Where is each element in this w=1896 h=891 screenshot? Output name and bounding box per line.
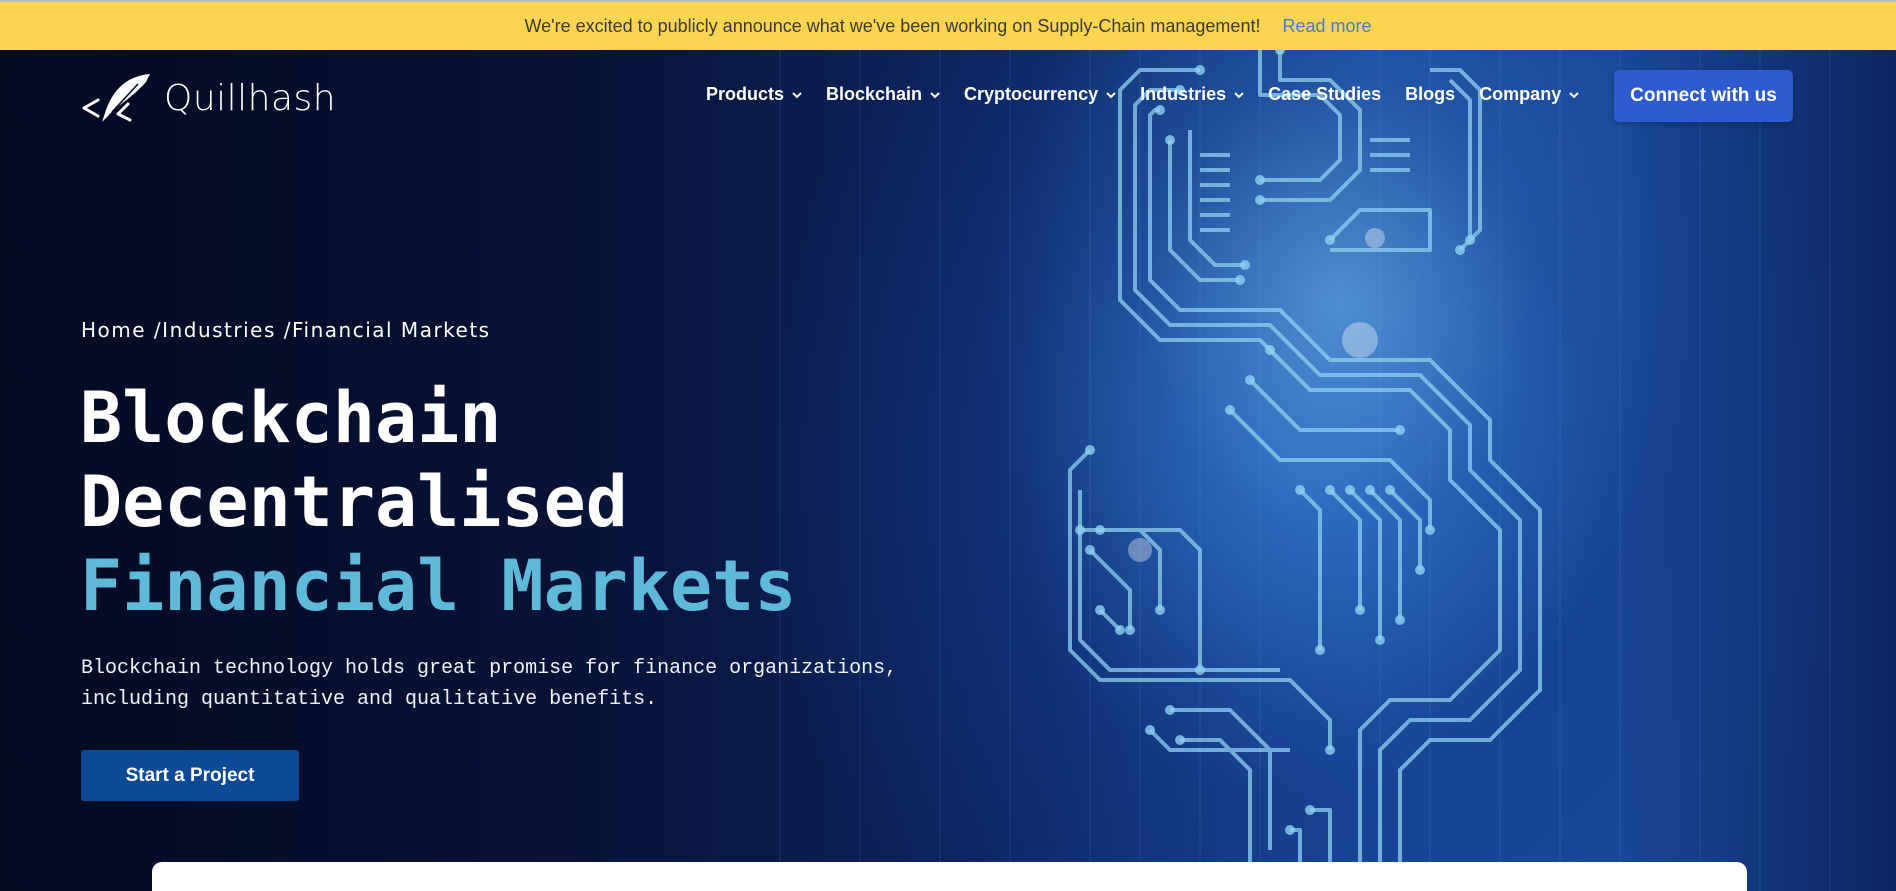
nav-item-blockchain[interactable]: Blockchain (826, 84, 940, 105)
connect-with-us-button[interactable]: Connect with us (1614, 70, 1793, 122)
nav-label: Products (706, 84, 785, 104)
title-accent: Financial Markets (80, 545, 797, 627)
circuit-dollar-illustration (1068, 50, 1542, 891)
breadcrumb-home[interactable]: Home (81, 318, 146, 342)
announcement-text: We're excited to publicly announce what … (524, 15, 1261, 36)
hero-section: Quillhash Products Blockchain Cryptocurr… (0, 50, 1896, 891)
title-line-2: Decentralised (80, 461, 628, 543)
title-line-1: Blockchain (80, 377, 502, 459)
chevron-down-icon (1569, 91, 1579, 98)
nav-item-case-studies[interactable]: Case Studies (1268, 84, 1381, 105)
breadcrumb-separator: / (146, 318, 163, 342)
start-project-button[interactable]: Start a Project (81, 750, 299, 801)
nav-label: Cryptocurrency (964, 84, 1099, 104)
main-nav: Products Blockchain Cryptocurrency Indus… (706, 84, 1603, 105)
quill-logo-icon (82, 74, 150, 122)
brand-logo[interactable]: Quillhash (80, 70, 336, 126)
nav-item-company[interactable]: Company (1479, 84, 1579, 105)
nav-item-industries[interactable]: Industries (1140, 84, 1244, 105)
hero-subtitle: Blockchain technology holds great promis… (81, 653, 981, 715)
content-card (152, 862, 1747, 891)
chevron-down-icon (930, 91, 940, 98)
subtitle-line-2: including quantitative and qualitative b… (81, 688, 658, 711)
breadcrumb: Home /Industries /Financial Markets (81, 318, 491, 342)
breadcrumb-industries[interactable]: Industries (162, 318, 276, 342)
nav-label: Blockchain (826, 84, 923, 104)
nav-label: Company (1479, 84, 1562, 104)
nav-item-cryptocurrency[interactable]: Cryptocurrency (964, 84, 1116, 105)
subtitle-line-1: Blockchain technology holds great promis… (81, 657, 898, 680)
chevron-down-icon (1106, 91, 1116, 98)
breadcrumb-current: Financial Markets (292, 318, 491, 342)
nav-label: Blogs (1405, 84, 1456, 104)
breadcrumb-separator: / (275, 318, 292, 342)
chevron-down-icon (792, 91, 802, 98)
brand-name: Quillhash (164, 77, 337, 119)
nav-label: Industries (1140, 84, 1227, 104)
nav-item-blogs[interactable]: Blogs (1405, 84, 1455, 105)
chevron-down-icon (1234, 91, 1244, 98)
nav-label: Case Studies (1268, 84, 1382, 104)
page-title: Blockchain Decentralised Financial Marke… (80, 376, 796, 628)
read-more-link[interactable]: Read more (1282, 16, 1371, 37)
announcement-bar: We're excited to publicly announce what … (0, 0, 1896, 50)
nav-item-products[interactable]: Products (706, 84, 802, 105)
